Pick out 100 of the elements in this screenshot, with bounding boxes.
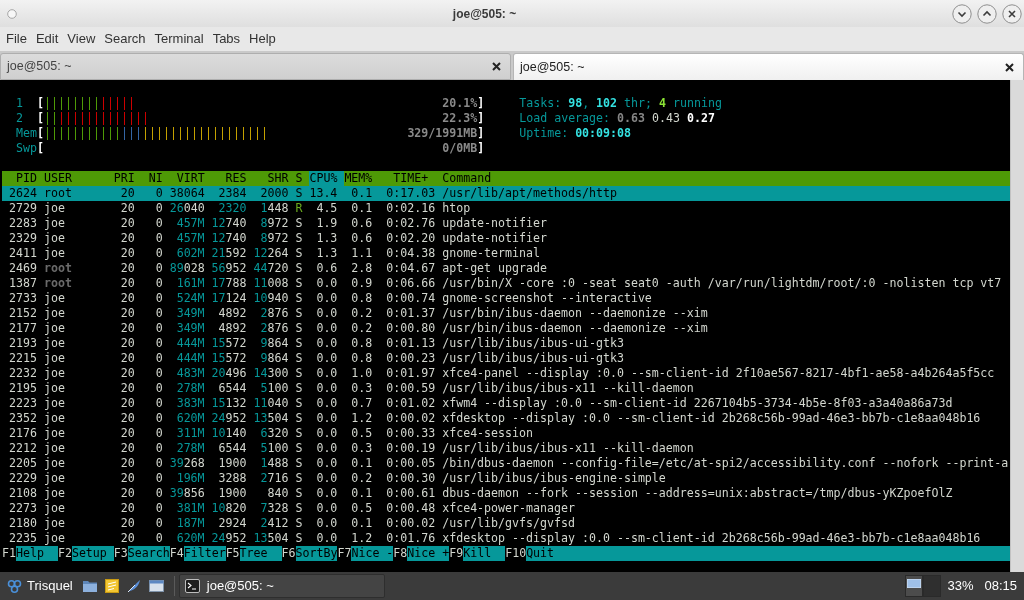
menu-item[interactable]: Terminal [154,29,204,49]
nice-cell-text: 0 [154,486,163,501]
maximize-icon[interactable] [977,3,997,24]
tab[interactable]: joe@505: ~ [513,53,1024,80]
menu-item[interactable]: Help [249,29,276,49]
close-icon[interactable] [492,62,501,71]
mem-cell-text: 0.2 [350,471,373,486]
column-header[interactable]: CPU% [309,171,345,186]
time-cell: 0:00.61 [386,486,436,501]
process-row[interactable]: 2205 joe 20 0 39268 1900 1488 S 0.0 0.1 0:00.05 /bin/dbus-daemon --config-file=/etc/at-spi2/accessibility.conf --nofork --print-a [2,456,1010,471]
process-row[interactable]: 2283 joe 20 0 457M 12740 8972 S 1.9 0.6 0:02.76 update-notifier [2,216,1010,231]
process-row[interactable]: 2223 joe 20 0 383M 15132 11040 S 0.0 0.7 0:01.02 xfwm4 --display :0.0 --sm-client-id 2267104b5-3734-4b5e-8f03-a3a40a86a73d [2,396,1010,411]
folder-icon[interactable] [82,580,97,592]
menu-item[interactable]: File [6,29,27,49]
column-header[interactable]: USER [36,171,114,186]
menu-item[interactable]: Tabs [212,29,241,49]
menu-item[interactable]: Search [104,29,146,49]
process-row[interactable]: 2180 joe 20 0 187M 2924 2412 S 0.0 0.1 0:00.02 /usr/lib/gvfs/gvfsd [2,516,1010,531]
pid-cell-text: 2235 [7,531,37,546]
user-cell-text: joe [43,336,66,351]
column-header[interactable]: S [288,171,303,186]
process-row[interactable]: 2352 joe 20 0 620M 24952 13504 S 0.0 1.2 0:00.02 xfdesktop --display :0.0 --sm-client-id 2b268c56b-99ad-46e3-bb7b-c1e8aa048b16 [2,411,1010,426]
column-header[interactable]: TIME+ [379,171,443,186]
menu-item[interactable]: Edit [35,29,59,49]
uptime: Uptime: 00:09:08 [519,126,632,141]
process-row[interactable]: 2193 joe 20 0 444M 15572 9864 S 0.0 0.8 0:01.13 /usr/lib/ibus/ibus-ui-gtk3 [2,336,1010,351]
nice-cell-text: 0 [154,456,163,471]
process-row[interactable]: 2329 joe 20 0 457M 12740 8972 S 1.3 0.6 0:02.20 update-notifier [2,231,1010,246]
start-menu-button[interactable]: Trisquel [7,574,77,598]
menu-item[interactable]: View [67,29,96,49]
process-row[interactable]: 2177 joe 20 0 349M 4892 2876 S 0.0 0.2 0:00.80 /usr/bin/ibus-daemon --daemonize --xim [2,321,1010,336]
close-icon[interactable] [1002,3,1022,24]
virt-cell-text: 349M [175,306,205,321]
function-button[interactable]: Tree [239,546,282,561]
function-button[interactable]: Nice + [407,546,450,561]
meter-bracket: ] [477,126,485,141]
nice-cell-text: 0 [154,201,163,216]
command-cell: /usr/lib/apt/methods/http [442,186,617,201]
process-row[interactable]: 2411 joe 20 0 602M 21592 12264 S 1.3 1.1 0:04.38 gnome-terminal [2,246,1010,261]
function-button[interactable]: Kill [463,546,506,561]
time-cell: 0:02.76 [386,216,436,231]
process-row[interactable]: 2212 joe 20 0 278M 6544 5100 S 0.0 0.3 0:00.19 /usr/lib/ibus/ibus-x11 --kill-daemon [2,441,1010,456]
user-cell-text: joe [43,396,66,411]
process-row[interactable]: 2235 joe 20 0 620M 24952 13504 S 0.0 1.2 0:01.76 xfdesktop --display :0.0 --sm-client-id 2b268c56b-99ad-46e3-bb7b-c1e8aa048b16 [2,531,1010,546]
res-cell-text: 4892 [217,321,247,336]
taskbar-button[interactable]: joe@505: ~ [178,574,385,598]
close-icon[interactable] [1005,62,1014,72]
nice-cell-text: 0 [154,306,163,321]
priority-cell-text: 20 [119,471,135,486]
process-row[interactable]: 2152 joe 20 0 349M 4892 2876 S 0.0 0.2 0:01.37 /usr/bin/ibus-daemon --daemonize --xim [2,306,1010,321]
column-header[interactable]: SHR [246,171,289,186]
process-row[interactable]: 2624 root 20 0 38064 2384 2000 S 13.4 0.1 0:17.03 /usr/lib/apt/methods/http [2,186,1010,201]
process-row[interactable]: 2729 joe 20 0 26040 2320 1448 R 4.5 0.1 0:02.16 htop [2,201,1010,216]
column-header[interactable]: PID [2,171,37,186]
scrollbar[interactable] [1010,80,1024,572]
function-button[interactable]: Nice - [351,546,394,561]
mem-cell-text: 0.8 [350,291,373,306]
pid-cell-text: 2624 [7,186,37,201]
clock[interactable]: 08:15 [984,576,1017,596]
function-button[interactable]: Setup [71,546,114,561]
column-header[interactable]: PRI [113,171,135,186]
res-cell: 12740 [211,231,247,246]
mem-cell-text: 0.2 [350,321,373,336]
process-row[interactable]: 2215 joe 20 0 444M 15572 9864 S 0.0 0.8 0:00.23 /usr/lib/ibus/ibus-ui-gtk3 [2,351,1010,366]
function-button[interactable]: Quit [526,546,1010,561]
process-row[interactable]: 2176 joe 20 0 311M 10140 6320 S 0.0 0.5 0:00.33 xfce4-session [2,426,1010,441]
command-cell: xfce4-session [442,426,534,441]
cpu-cell-text: 0.0 [315,306,338,321]
time-cell: 0:00.19 [386,441,436,456]
process-row[interactable]: 2195 joe 20 0 278M 6544 5100 S 0.0 0.3 0:00.59 /usr/lib/ibus/ibus-x11 --kill-daemon [2,381,1010,396]
time-cell: 0:00.33 [386,426,436,441]
pid-cell-text: 2232 [7,366,37,381]
function-button[interactable]: Search [127,546,170,561]
virt-cell-text: 187M [175,516,205,531]
function-button[interactable]: SortBy [295,546,338,561]
column-header[interactable]: NI [134,171,163,186]
process-row[interactable]: 1387 root 20 0 161M 17788 11008 S 0.0 0.9 0:06.66 /usr/bin/X -core :0 -seat seat0 -auth /var/run/lightdm/root/:0 -nolisten tcp vt7 [2,276,1010,291]
feather-icon[interactable] [126,579,141,593]
workspace-button[interactable] [905,575,924,597]
column-header[interactable]: MEM% [344,171,380,186]
window-icon[interactable] [148,580,164,592]
tab[interactable]: joe@505: ~ [0,53,511,80]
mem-cell-text: 0.1 [350,186,373,201]
window-title: joe@505: ~ [451,5,518,23]
process-row[interactable]: 2108 joe 20 0 39856 1900 840 S 0.0 0.1 0:00.61 dbus-daemon --fork --session --address=unix:abstract=/tmp/dbus-yKZpoefOlZ [2,486,1010,501]
column-header[interactable]: Command [442,171,499,186]
notepad-icon[interactable] [104,579,119,593]
column-header[interactable]: RES [204,171,247,186]
nice-cell-text: 0 [154,366,163,381]
process-row[interactable]: 2733 joe 20 0 524M 17124 10940 S 0.0 0.8 0:00.74 gnome-screenshot --interactive [2,291,1010,306]
pid-cell-text: 2329 [7,231,37,246]
shortcut-key: F7 [337,546,352,561]
minimize-icon[interactable] [952,3,972,24]
process-row[interactable]: 2469 root 20 0 89028 56952 44720 S 0.6 2.8 0:04.67 apt-get upgrade [2,261,1010,276]
state-cell: S [295,321,303,336]
process-row[interactable]: 2273 joe 20 0 381M 10820 7328 S 0.0 0.5 0:00.48 xfce4-power-manager [2,501,1010,516]
state-cell: S [295,411,303,426]
process-row[interactable]: 2229 joe 20 0 196M 3288 2716 S 0.0 0.2 0:00.30 /usr/lib/ibus/ibus-engine-simple [2,471,1010,486]
column-header[interactable]: VIRT [162,171,205,186]
process-row[interactable]: 2232 joe 20 0 483M 20496 14300 S 0.0 1.0 0:01.97 xfce4-panel --display :0.0 --sm-client-id 2f10ae567-8217-4bf1-ae58-a4b264a5f5cc [2,366,1010,381]
